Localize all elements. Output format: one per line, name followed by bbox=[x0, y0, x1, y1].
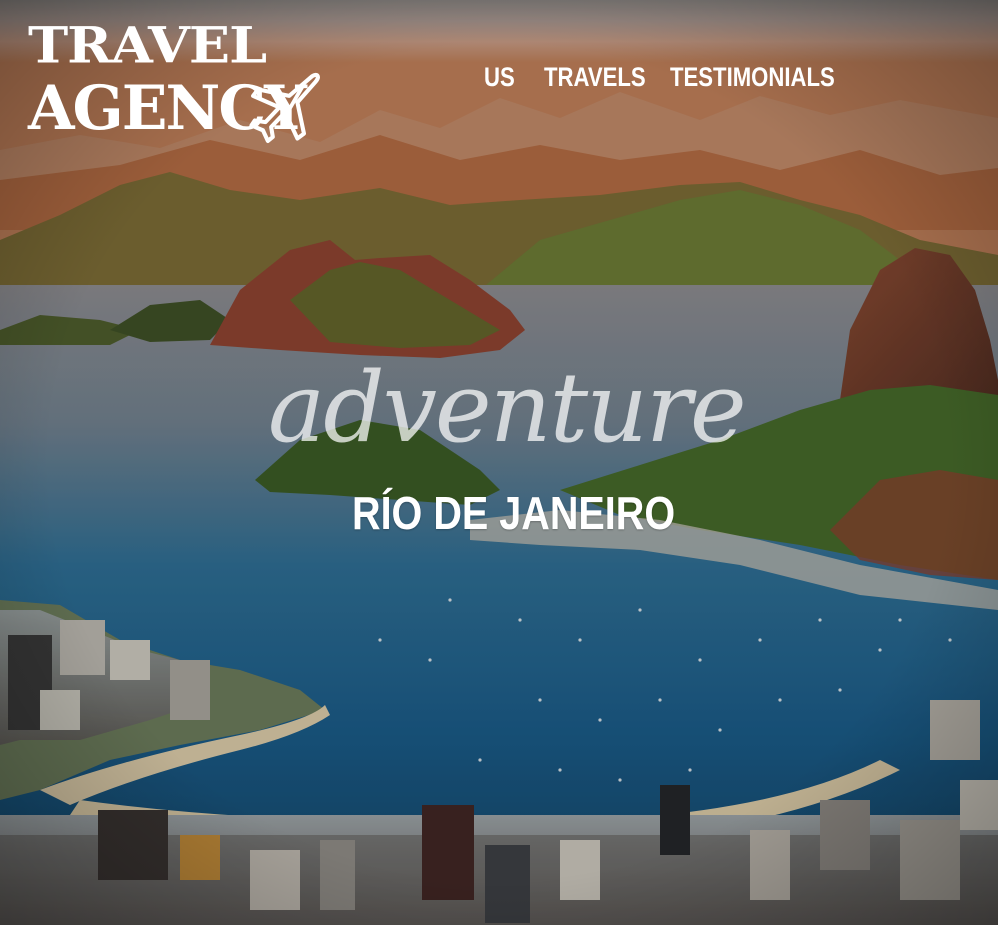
nav-link-us[interactable]: US bbox=[484, 62, 515, 93]
brand-logo[interactable]: TRAVEL AGENCY bbox=[28, 20, 328, 150]
airplane-icon bbox=[249, 72, 320, 144]
hero-section: TRAVEL AGENCY US TRAVELS TESTIMONIALS ad… bbox=[0, 0, 998, 925]
hero-script-word: adventure bbox=[268, 352, 747, 464]
nav-link-testimonials[interactable]: TESTIMONIALS bbox=[670, 62, 835, 93]
brand-line-1: TRAVEL bbox=[28, 15, 267, 75]
nav-link-travels[interactable]: TRAVELS bbox=[544, 62, 646, 93]
hero-destination-title: RÍO DE JANEIRO bbox=[352, 487, 676, 539]
